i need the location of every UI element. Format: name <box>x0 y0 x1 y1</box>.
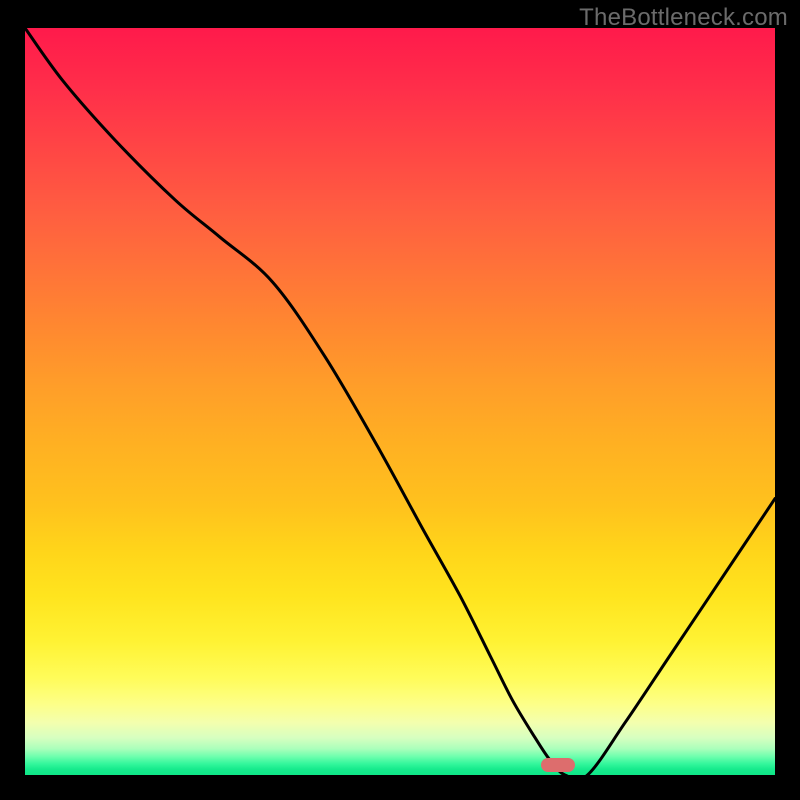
watermark-text: TheBottleneck.com <box>579 4 788 32</box>
chart-frame: TheBottleneck.com <box>0 0 800 800</box>
optimal-marker <box>541 758 575 772</box>
curve-path <box>25 28 775 775</box>
bottleneck-curve <box>25 28 775 775</box>
plot-area <box>25 28 775 775</box>
